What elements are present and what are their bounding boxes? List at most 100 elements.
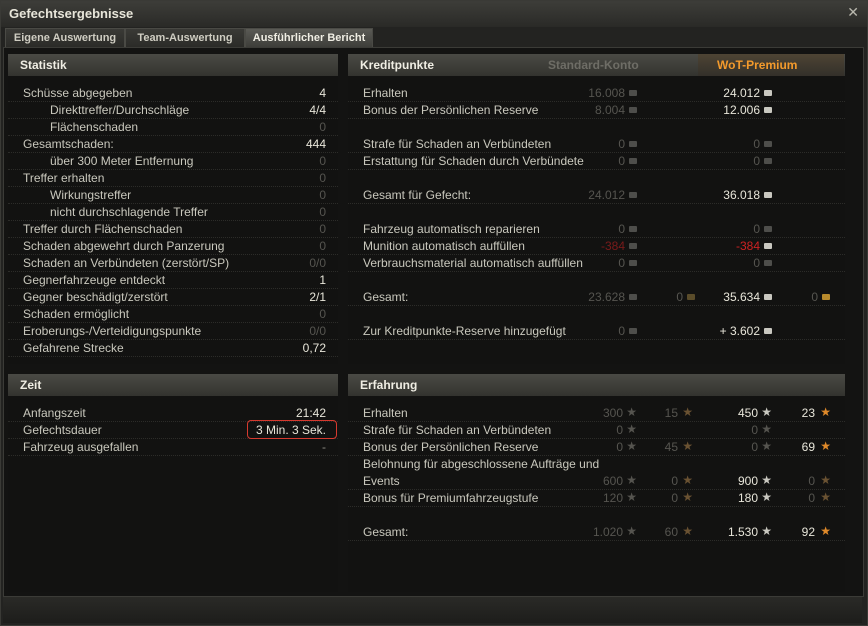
stat-label: Schaden an Verbündeten (zerstört/SP) [23, 256, 230, 270]
credit-icon [764, 141, 772, 147]
erfahrung-std-value: 0 [616, 440, 623, 454]
exp-star-icon: ★ [761, 439, 772, 453]
kredit-row: Fahrzeug automatisch reparieren 0 0 [348, 220, 845, 238]
stat-label: Gefahrene Strecke [23, 341, 124, 355]
erfahrung-std-value: 300 [602, 406, 623, 420]
stat-label: Direkttreffer/Durchschläge [50, 103, 190, 117]
stat-row: Eroberungs-/Verteidigungspunkte 0/0 [8, 322, 338, 340]
kredit-row: Bonus der Persönlichen Reserve 8.004 12.00… [348, 101, 845, 119]
zeit-label: Fahrzeug ausgefallen [23, 440, 139, 454]
exp-star-icon: ★ [761, 405, 772, 419]
zeit-label: Gefechtsdauer [23, 423, 102, 437]
kredit-row: Munition automatisch auffüllen -384 -384 [348, 237, 845, 255]
stat-value: 0 [319, 239, 326, 253]
kredit-std-value: 24.012 [588, 188, 625, 202]
kredit-std-gold: 0 [676, 290, 683, 304]
stat-value: 0 [319, 205, 326, 219]
kredit-label: Erstattung für Schaden durch Verbündete [363, 154, 584, 168]
free-exp-star-icon: ★ [820, 490, 831, 504]
kredit-row: Gesamt: 23.628 0 35.634 0 [348, 288, 845, 306]
kredit-prem-value: 36.018 [723, 188, 760, 202]
stat-row: Schaden abgewehrt durch Panzerung 0 [8, 237, 338, 255]
stat-value: 0/0 [309, 256, 326, 270]
erfahrung-row: Events 600 ★ 0 ★ 900 ★ 0 ★ [348, 472, 845, 490]
credit-icon [764, 294, 772, 300]
title-bar[interactable]: Gefechtsergebnisse ✕ [1, 1, 867, 27]
credit-icon [629, 158, 637, 164]
tab-eigene-auswertung[interactable]: Eigene Auswertung [5, 28, 125, 47]
erfahrung-panel: Erfahrung Erhalten 300 ★ 15 ★ 450 ★ 23 ★ Strafe f… [348, 374, 845, 592]
exp-star-icon: ★ [761, 422, 772, 436]
erfahrung-std-free: 0 [671, 491, 678, 505]
stat-row: Schüsse abgegeben 4 [8, 84, 338, 102]
column-wot-premium: WoT-Premium [717, 58, 798, 72]
erfahrung-std-value: 600 [602, 474, 623, 488]
stat-row: Treffer durch Flächenschaden 0 [8, 220, 338, 238]
kredit-label: Strafe für Schaden an Verbündeten [363, 137, 552, 151]
stat-label: über 300 Meter Entfernung [50, 154, 194, 168]
stat-label: nicht durchschlagende Treffer [50, 205, 208, 219]
erfahrung-row: Belohnung für abgeschlossene Aufträge un… [348, 455, 845, 472]
erfahrung-prem-value: 1.530 [727, 525, 758, 539]
kredit-label: Bonus der Persönlichen Reserve [363, 103, 539, 117]
kredit-std-value: 0 [618, 154, 625, 168]
free-exp-star-icon: ★ [682, 473, 693, 487]
credit-icon [764, 226, 772, 232]
close-icon[interactable]: ✕ [847, 4, 859, 21]
stat-value: 2/1 [309, 290, 326, 304]
exp-star-icon: ★ [761, 473, 772, 487]
erfahrung-row: Erhalten 300 ★ 15 ★ 450 ★ 23 ★ [348, 404, 845, 422]
stat-value: 0 [319, 222, 326, 236]
stat-row: Flächenschaden 0 [8, 118, 338, 136]
stat-row: Schaden ermöglicht 0 [8, 305, 338, 323]
kredit-prem-gold: 0 [811, 290, 818, 304]
erfahrung-label: Erhalten [363, 406, 408, 420]
tab-ausfuehrlicher-bericht[interactable]: Ausführlicher Bericht [245, 28, 373, 47]
erfahrung-std-value: 0 [616, 423, 623, 437]
credit-icon [629, 141, 637, 147]
exp-star-icon: ★ [761, 490, 772, 504]
zeit-value: 21:42 [295, 406, 326, 420]
kredit-row: Gesamt für Gefecht: 24.012 36.018 [348, 186, 845, 204]
erfahrung-label: Bonus für Premiumfahrzeugstufe [363, 491, 539, 505]
erfahrung-std-free: 0 [671, 474, 678, 488]
stat-label: Gegner beschädigt/zerstört [23, 290, 168, 304]
erfahrung-label: Bonus der Persönlichen Reserve [363, 440, 539, 454]
free-exp-star-icon: ★ [820, 473, 831, 487]
kredit-row: Erhalten 16.008 24.012 [348, 84, 845, 102]
exp-star-icon: ★ [626, 490, 637, 504]
stat-value: 0 [319, 154, 326, 168]
stat-value: 0,72 [302, 341, 326, 355]
kredit-std-value: 0 [618, 256, 625, 270]
erfahrung-prem-free: 92 [801, 525, 815, 539]
stat-row: Direkttreffer/Durchschläge 4/4 [8, 101, 338, 119]
tab-team-auswertung[interactable]: Team-Auswertung [125, 28, 245, 47]
erfahrung-label: Gesamt: [363, 525, 409, 539]
zeit-value: - [322, 440, 326, 454]
statistik-header: Statistik [8, 54, 338, 76]
duration-highlight [247, 420, 337, 439]
kredit-std-value: 23.628 [588, 290, 625, 304]
stat-value: 1 [319, 273, 326, 287]
kredit-prem-value: -384 [735, 239, 760, 253]
kredit-std-value: -384 [600, 239, 625, 253]
stat-value: 0 [319, 307, 326, 321]
stat-row: Treffer erhalten 0 [8, 169, 338, 187]
kredit-label: Erhalten [363, 86, 408, 100]
kredit-label: Gesamt: [363, 290, 409, 304]
zeit-label: Anfangszeit [23, 406, 86, 420]
credit-icon [764, 90, 772, 96]
stat-row: nicht durchschlagende Treffer 0 [8, 203, 338, 221]
kredit-row: Zur Kreditpunkte-Reserve hinzugefügt 0 + 3… [348, 322, 845, 340]
stat-row: Schaden an Verbündeten (zerstört/SP) 0/0 [8, 254, 338, 272]
gold-icon [687, 294, 695, 300]
kredit-label: Munition automatisch auffüllen [363, 239, 525, 253]
free-exp-star-icon: ★ [682, 405, 693, 419]
kredit-label: Gesamt für Gefecht: [363, 188, 472, 202]
kreditpunkte-panel: Kreditpunkte Standard-Konto WoT-Premium … [348, 54, 845, 364]
stat-label: Wirkungstreffer [50, 188, 132, 202]
free-exp-star-icon: ★ [820, 524, 831, 538]
stat-value: 4/4 [309, 103, 326, 117]
kredit-prem-value: 0 [753, 222, 760, 236]
erfahrung-std-free: 60 [664, 525, 678, 539]
